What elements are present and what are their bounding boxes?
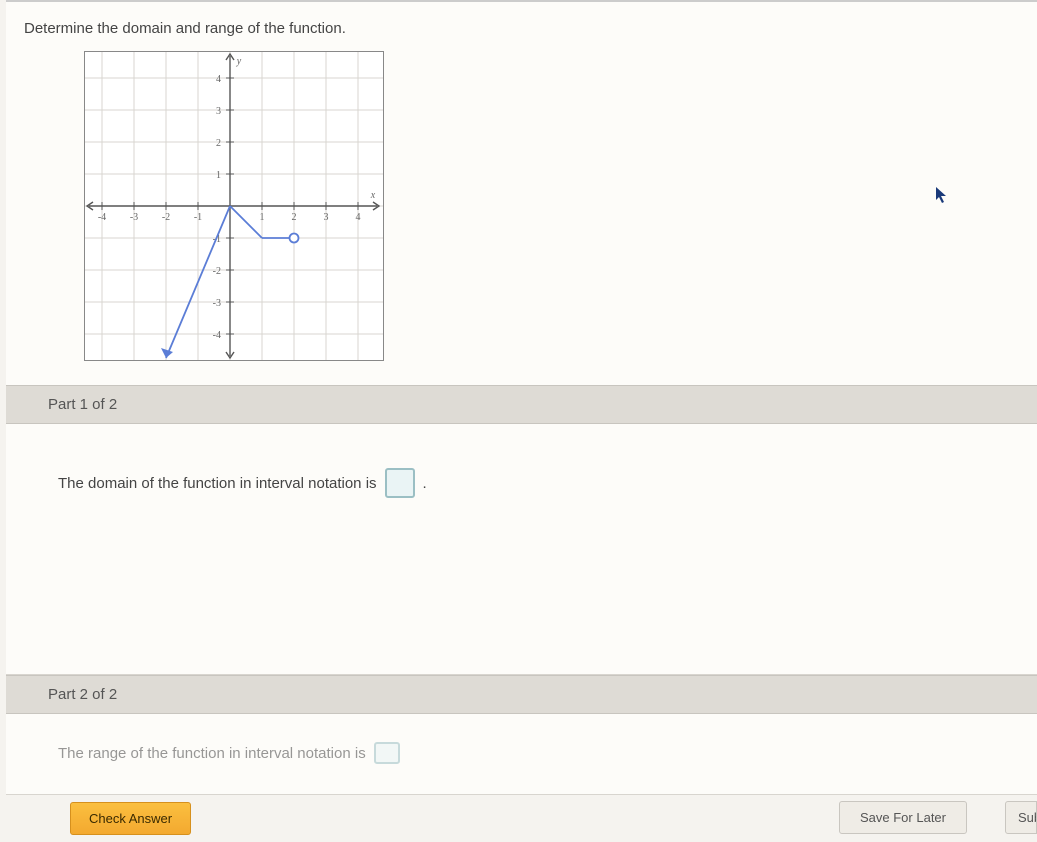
svg-text:1: 1: [260, 212, 265, 223]
submit-button[interactable]: Sub: [1005, 801, 1037, 834]
svg-text:-2: -2: [162, 212, 170, 223]
check-answer-button[interactable]: Check Answer: [70, 802, 191, 835]
svg-text:-4: -4: [98, 212, 106, 223]
range-answer-input[interactable]: [374, 742, 400, 764]
question-text: Determine the domain and range of the fu…: [6, 20, 1037, 51]
save-for-later-button[interactable]: Save For Later: [839, 801, 967, 834]
part-1-header: Part 1 of 2: [6, 385, 1037, 424]
svg-text:-2: -2: [213, 266, 221, 277]
svg-text:4: 4: [216, 74, 221, 85]
function-graph: -4 -3 -2 -1 1 2 3 4 4 3 2 1 -1 -2 -3 -4: [84, 51, 1037, 361]
svg-text:2: 2: [292, 212, 297, 223]
svg-text:3: 3: [324, 212, 329, 223]
graph-svg: -4 -3 -2 -1 1 2 3 4 4 3 2 1 -1 -2 -3 -4: [85, 52, 383, 360]
domain-answer-input[interactable]: [385, 468, 415, 498]
svg-text:y: y: [236, 56, 242, 67]
svg-text:3: 3: [216, 106, 221, 117]
part-1-prompt: The domain of the function in interval n…: [58, 475, 377, 492]
part-2-body: The range of the function in interval no…: [6, 714, 1037, 764]
part-1-period: .: [423, 475, 427, 492]
svg-text:-3: -3: [130, 212, 138, 223]
svg-text:1: 1: [216, 170, 221, 181]
part-2-header: Part 2 of 2: [6, 675, 1037, 714]
part-1-body: The domain of the function in interval n…: [6, 424, 1037, 674]
svg-text:-1: -1: [194, 212, 202, 223]
svg-text:2: 2: [216, 138, 221, 149]
svg-text:-3: -3: [213, 298, 221, 309]
svg-text:4: 4: [356, 212, 361, 223]
svg-text:-4: -4: [213, 330, 221, 341]
part-2-prompt: The range of the function in interval no…: [58, 745, 366, 762]
svg-text:x: x: [370, 190, 376, 201]
